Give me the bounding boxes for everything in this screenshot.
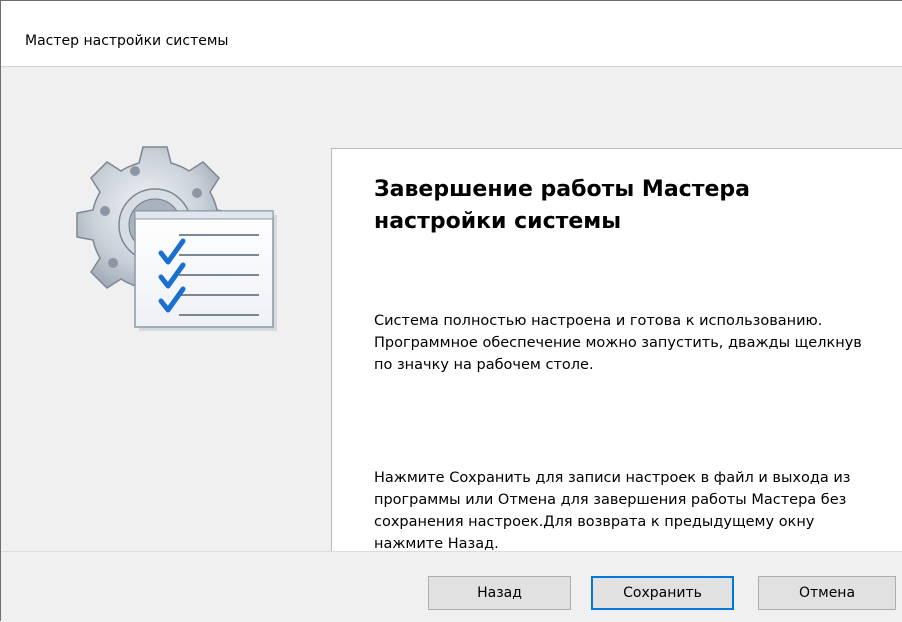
- completion-message: Система полностью настроена и готова к и…: [374, 313, 862, 373]
- wizard-body: Завершение работы Мастера настройки сист…: [1, 67, 902, 609]
- title-bar: Мастер настройки системы: [1, 1, 902, 67]
- window-title: Мастер настройки системы: [25, 33, 229, 49]
- wizard-window: Мастер настройки системы Завершение рабо…: [0, 0, 902, 622]
- save-button[interactable]: Сохранить: [591, 576, 734, 610]
- instructions-message: Нажмите Сохранить для записи настроек в …: [374, 470, 851, 552]
- back-button[interactable]: Назад: [428, 576, 571, 610]
- settings-checklist-icon: [67, 131, 287, 341]
- button-bar: Назад Сохранить Отмена: [1, 552, 902, 622]
- checklist-icon: [134, 210, 277, 331]
- page-heading: Завершение работы Мастера настройки сист…: [374, 177, 750, 234]
- gear-checklist-illustration: [76, 146, 277, 331]
- content-panel: Завершение работы Мастера настройки сист…: [331, 148, 902, 609]
- cancel-button[interactable]: Отмена: [758, 576, 896, 610]
